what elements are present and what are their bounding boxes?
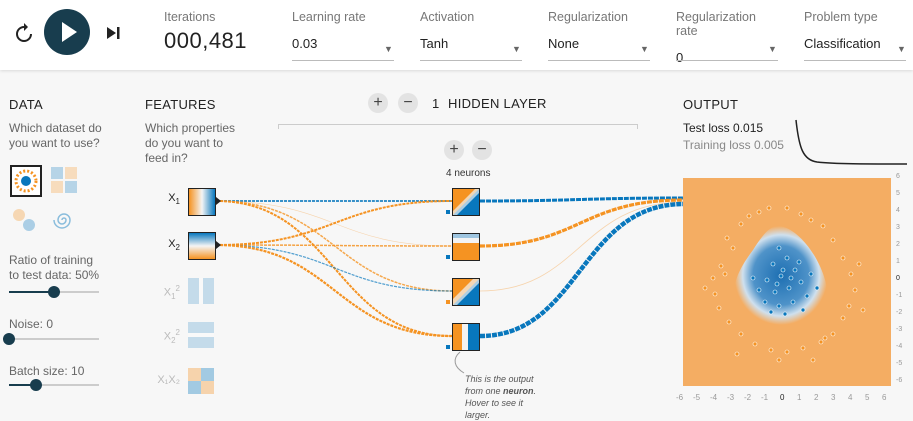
tooltip-pointer (454, 351, 465, 374)
output-heatmap (683, 178, 891, 386)
x-tick: -3 (727, 393, 735, 402)
training-loss: Training loss 0.005 (683, 138, 784, 152)
x-tick: 5 (865, 393, 870, 402)
x-tick: 0 (780, 393, 785, 402)
y-tick: 6 (896, 173, 900, 180)
x-tick: -1 (761, 393, 769, 402)
output-x-axis: -6 -5 -4 -3 -2 -1 0 1 2 3 4 5 6 (676, 393, 898, 405)
x-tick: -5 (693, 393, 701, 402)
x-tick: -6 (676, 393, 684, 402)
neuron-tooltip: This is the output from one neuron. Hove… (465, 374, 537, 420)
y-tick: -3 (896, 326, 903, 333)
y-tick: 4 (896, 207, 900, 214)
x-tick: 2 (814, 393, 819, 402)
y-tick: -2 (896, 309, 903, 316)
x-tick: 4 (848, 393, 853, 402)
y-tick: -5 (896, 360, 903, 367)
y-tick: -1 (896, 292, 903, 299)
y-tick: 3 (896, 224, 900, 231)
x-tick: 3 (831, 393, 836, 402)
y-tick: -4 (896, 343, 903, 350)
output-y-axis: 6 5 4 3 2 1 0 -1 -2 -3 -4 -5 -6 (896, 173, 912, 393)
y-tick: 0 (896, 275, 900, 282)
test-loss: Test loss 0.015 (683, 121, 764, 135)
x-tick: -2 (744, 393, 752, 402)
y-tick: 2 (896, 241, 900, 248)
y-tick: -6 (896, 377, 903, 384)
output-heading: OUTPUT (683, 97, 739, 112)
x-tick: 6 (882, 393, 887, 402)
y-tick: 1 (896, 258, 900, 265)
loss-curve (795, 119, 907, 165)
x-tick: -4 (710, 393, 718, 402)
neuron-bias-markers (446, 210, 450, 349)
y-tick: 5 (896, 190, 900, 197)
x-tick: 1 (797, 393, 802, 402)
